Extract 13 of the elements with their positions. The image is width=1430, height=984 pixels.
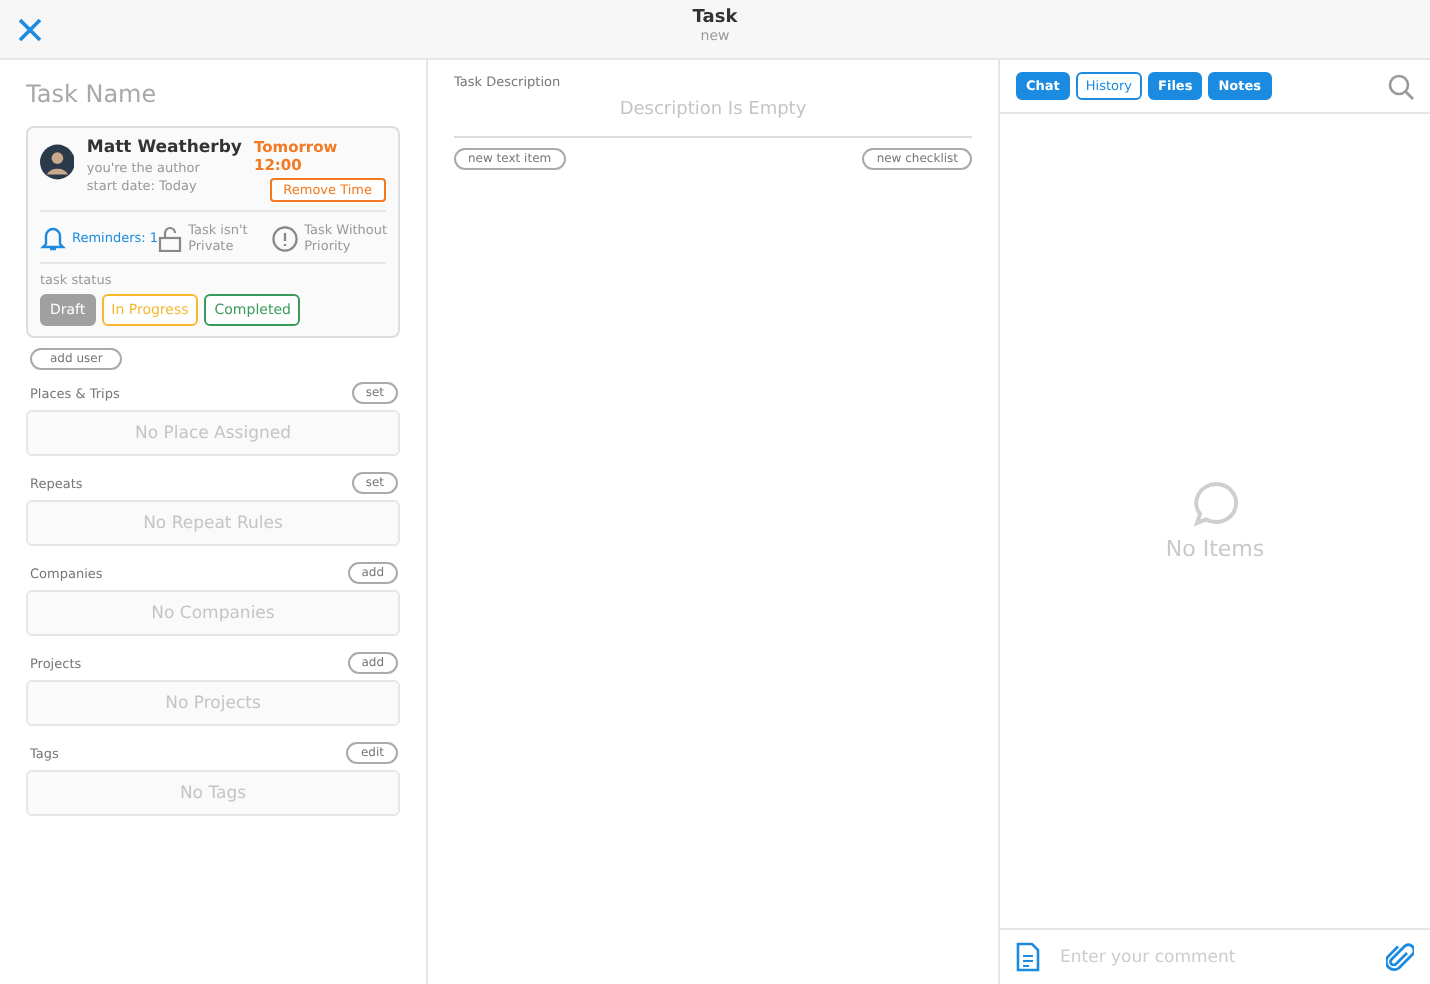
task-name-field[interactable]: Task Name (26, 76, 400, 112)
document-icon[interactable] (1016, 942, 1040, 972)
lock-icon (158, 225, 183, 251)
window-title: Task (692, 8, 738, 28)
bell-icon (40, 224, 66, 252)
search-icon[interactable] (1388, 73, 1414, 99)
user-name: Matt Weatherby (86, 138, 242, 160)
exclamation-icon (272, 225, 299, 251)
paperclip-icon[interactable] (1386, 941, 1414, 973)
close-icon[interactable] (18, 17, 42, 41)
speech-bubble-icon (1191, 480, 1239, 528)
avatar-icon (40, 144, 75, 180)
description-empty: Description Is Empty (454, 90, 972, 138)
